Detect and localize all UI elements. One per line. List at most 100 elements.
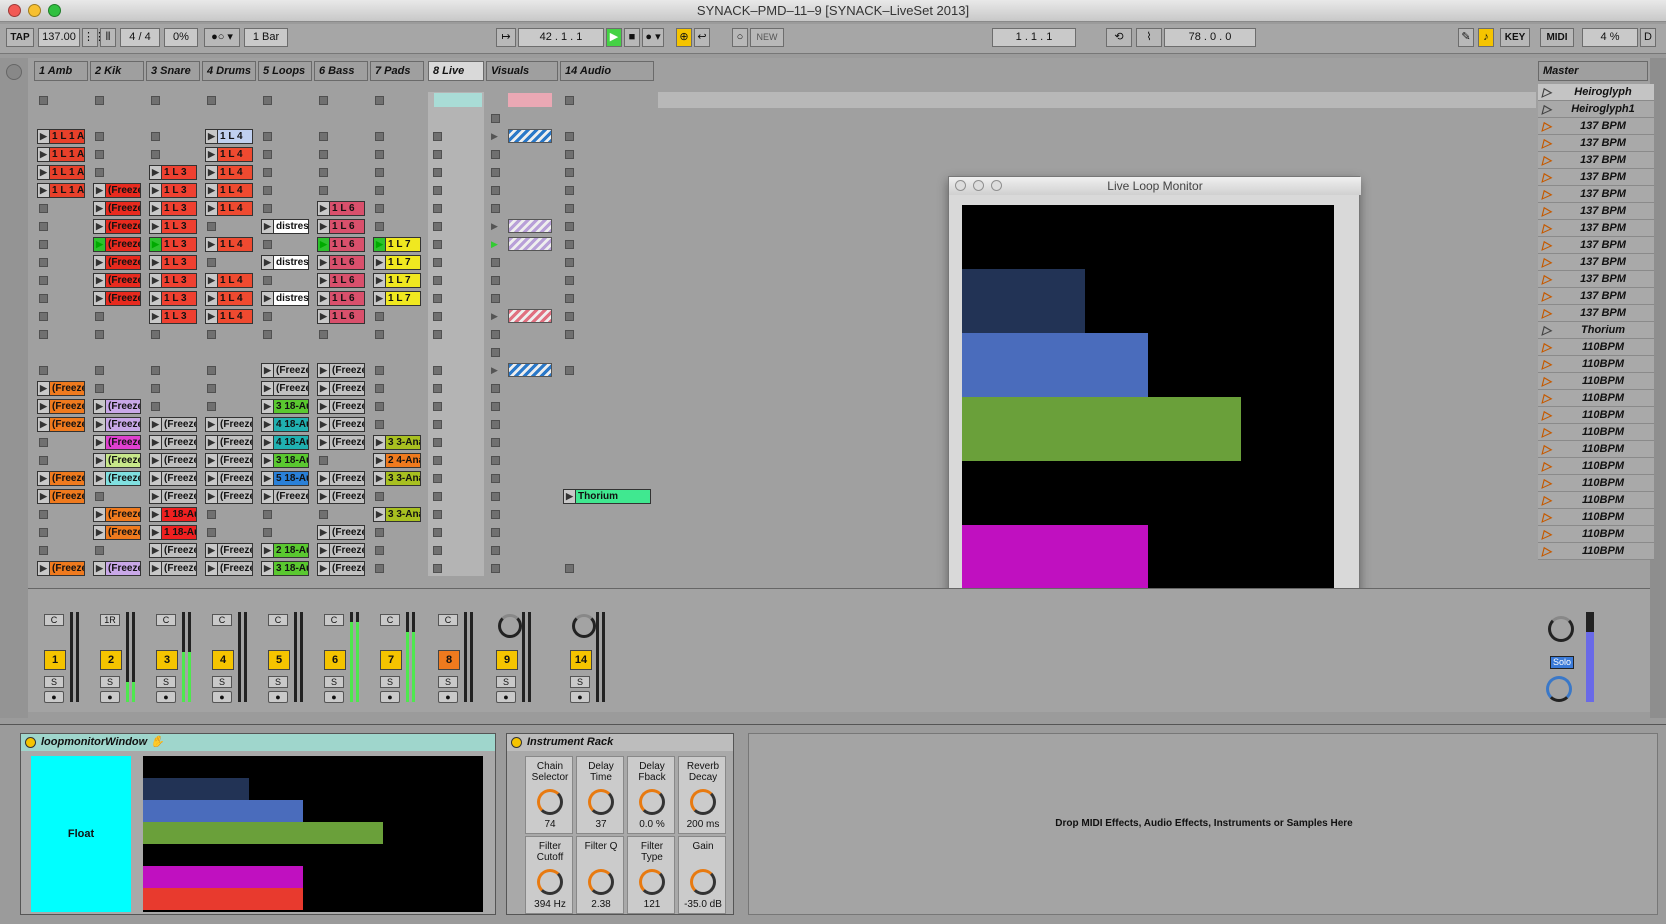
clip[interactable]: ▶ 3 18-Au (261, 453, 309, 468)
scene-play-icon[interactable]: ▷ (1542, 339, 1551, 356)
tempo-nudge-icon[interactable]: ⋮⋮ (82, 28, 105, 47)
scene-launch-2[interactable]: ▷ Heiroglyph1 (1538, 101, 1654, 118)
clip-slot[interactable] (34, 254, 88, 270)
clip[interactable]: ▶ 1 L 4 (205, 273, 253, 288)
solo-button[interactable]: S (380, 676, 400, 688)
macro-knob-2[interactable]: Delay Time 37 (576, 756, 624, 834)
clip-slot[interactable] (428, 182, 484, 198)
clip-slot[interactable] (258, 344, 312, 360)
clip-slot[interactable] (486, 398, 558, 414)
clip-slot[interactable]: ▶ (Freeze (146, 434, 200, 450)
clip-launch-icon[interactable]: ▶ (262, 292, 274, 305)
clip-slot[interactable]: ▶1 L 1 Am (34, 164, 88, 180)
clip-slot[interactable]: ▶ 2 4-Ana (370, 452, 424, 468)
clip[interactable]: ▶ 1 L 3 (149, 273, 197, 288)
clip-launch-icon[interactable]: ▶ (262, 400, 274, 413)
clip[interactable]: ▶ 1 L 7 (373, 237, 421, 252)
clip-slot[interactable] (34, 92, 88, 108)
scene-play-icon[interactable]: ▷ (1542, 475, 1551, 492)
stop-button-icon[interactable] (433, 222, 442, 231)
clip-launch-icon[interactable]: ▶ (150, 490, 162, 503)
clip-slot[interactable] (428, 488, 484, 504)
clip-slot[interactable]: ▶ (Freeze (202, 452, 256, 468)
clip-launch-icon[interactable]: ▶ (318, 472, 330, 485)
clip-slot[interactable] (560, 416, 654, 432)
crossfade-button[interactable]: C (212, 614, 232, 626)
clip[interactable]: ▶ (Freeze (93, 219, 141, 234)
clip-slot[interactable] (428, 524, 484, 540)
clip-launch-icon[interactable]: ▶ (38, 472, 50, 485)
clip-launch-icon[interactable]: ▶ (206, 490, 218, 503)
clip-slot[interactable]: ▶ (Freeze (146, 560, 200, 576)
clip-launch-icon[interactable]: ▶ (94, 418, 106, 431)
clip-slot[interactable] (370, 398, 424, 414)
scene-play-icon[interactable]: ▷ (1542, 441, 1551, 458)
stop-button-icon[interactable] (491, 528, 500, 537)
stop-button-icon[interactable] (433, 438, 442, 447)
clip-slot[interactable] (258, 146, 312, 162)
clip-slot[interactable] (90, 92, 144, 108)
clip-slot[interactable] (90, 308, 144, 324)
track-activator-3[interactable]: 3 (156, 650, 178, 670)
clip-slot[interactable] (428, 236, 484, 252)
clip-slot[interactable]: ▶ Thorium (560, 488, 654, 504)
clip-launch-icon[interactable]: ▶ (374, 472, 386, 485)
clip[interactable]: ▶ 1 L 4 (205, 147, 253, 162)
clip-slot[interactable] (486, 470, 558, 486)
rack-power-icon[interactable] (511, 737, 522, 748)
stop-button-icon[interactable] (151, 330, 160, 339)
visual-clip[interactable] (508, 219, 552, 233)
stop-button-icon[interactable] (433, 276, 442, 285)
clip-slot[interactable] (370, 218, 424, 234)
clip-launch-icon[interactable]: ▶ (38, 418, 50, 431)
clip-slot[interactable] (428, 416, 484, 432)
knob-icon[interactable] (588, 869, 614, 895)
stop-button-icon[interactable] (433, 258, 442, 267)
clip-launch-icon[interactable]: ▶ (206, 310, 218, 323)
popup-zoom-icon[interactable] (991, 180, 1002, 191)
stop-button-icon[interactable] (263, 330, 272, 339)
clip-slot[interactable] (258, 272, 312, 288)
clip-slot[interactable] (202, 218, 256, 234)
clip[interactable]: ▶ (Freeze (37, 381, 85, 396)
clip-slot[interactable]: ▶ (Freeze (202, 416, 256, 432)
scene-launch-12[interactable]: ▷ 137 BPM (1538, 271, 1654, 288)
stop-button-icon[interactable] (95, 312, 104, 321)
stop-button-icon[interactable] (319, 96, 328, 105)
scene-launch-1[interactable]: ▷ Heiroglyph (1538, 84, 1654, 101)
stop-button-icon[interactable] (375, 132, 384, 141)
clip-slot[interactable] (560, 506, 654, 522)
clip[interactable]: ▶ 1 18-Au (149, 525, 197, 540)
knob-icon[interactable] (537, 869, 563, 895)
scene-play-icon[interactable]: ▷ (1542, 186, 1551, 203)
popup-close-icon[interactable] (955, 180, 966, 191)
new-button[interactable]: NEW (750, 28, 784, 47)
scene-play-icon[interactable]: ▷ (1542, 424, 1551, 441)
clip[interactable]: ▶1 L 1 Am (37, 183, 85, 198)
stop-button-icon[interactable] (433, 528, 442, 537)
clip-slot[interactable] (34, 434, 88, 450)
scene-launch-19[interactable]: ▷ 110BPM (1538, 390, 1654, 407)
clip-slot[interactable] (560, 380, 654, 396)
scene-play-icon[interactable]: ▷ (1542, 288, 1551, 305)
clip-slot[interactable] (560, 290, 654, 306)
clip[interactable]: ▶ 1 L 4 (205, 291, 253, 306)
clip-launch-icon[interactable]: ▶ (262, 436, 274, 449)
clip-slot[interactable]: ▶ (Freeze (146, 488, 200, 504)
stop-button-icon[interactable] (433, 240, 442, 249)
clip-slot[interactable]: ▶ (Freeze (90, 470, 144, 486)
track-activator-2[interactable]: 2 (100, 650, 122, 670)
clip-slot[interactable] (428, 452, 484, 468)
clip-slot[interactable] (370, 416, 424, 432)
track-header-2[interactable]: 2 Kik (90, 61, 144, 81)
clip-slot[interactable] (486, 416, 558, 432)
master-track-header[interactable]: Master (1538, 61, 1648, 81)
clip-slot[interactable] (428, 290, 484, 306)
clip-launch-icon[interactable]: ▶ (491, 239, 498, 250)
clip-slot[interactable] (34, 236, 88, 252)
macro-knob-4[interactable]: Reverb Decay 200 ms (678, 756, 726, 834)
clip[interactable]: ▶ (Freeze (205, 453, 253, 468)
clip-slot[interactable]: ▶ 3 3-Ana (370, 434, 424, 450)
quantize-select[interactable]: 1 Bar (244, 28, 288, 47)
clip-launch-icon[interactable]: ▶ (94, 436, 106, 449)
